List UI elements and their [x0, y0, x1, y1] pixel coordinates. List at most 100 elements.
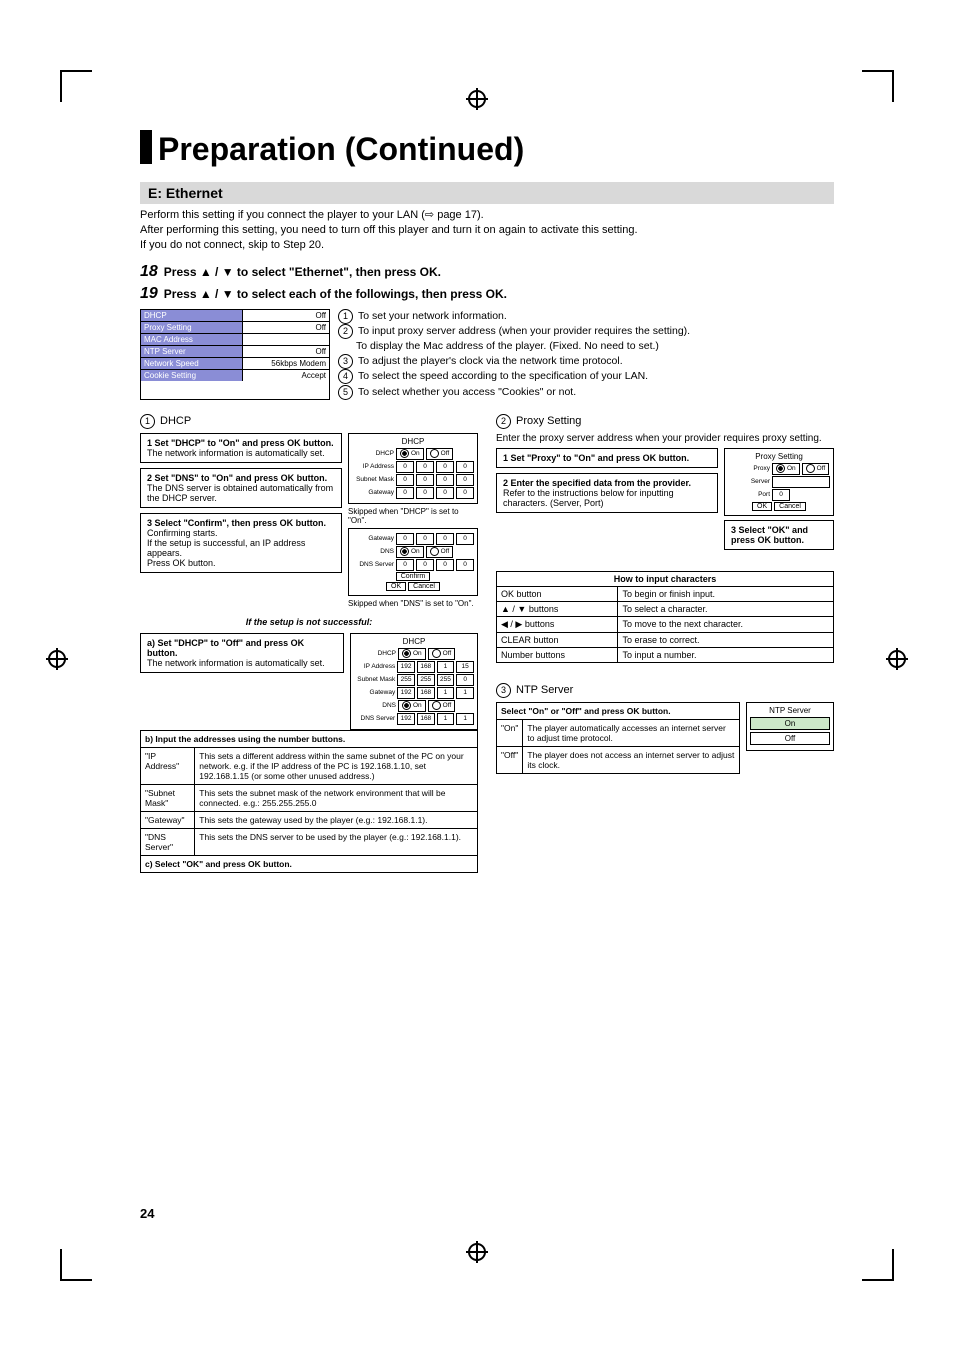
- cell: 192: [397, 687, 415, 699]
- text: To display the Mac address of the player…: [356, 340, 659, 352]
- registration-mark-icon: [468, 1243, 486, 1261]
- callout-3-icon: 3: [338, 354, 353, 369]
- label: IP Address: [354, 663, 395, 670]
- radio-off-icon: [432, 701, 441, 710]
- cell: 0: [416, 474, 434, 486]
- callout-1-icon: 1: [140, 414, 155, 429]
- text: On: [787, 465, 796, 472]
- cell: 0: [396, 474, 414, 486]
- cell: 1: [437, 687, 455, 699]
- callout-3-icon: 3: [496, 683, 511, 698]
- proxy-ntp-column: 2Proxy Setting Enter the proxy server ad…: [496, 414, 834, 873]
- text: Select "On" or "Off" and press OK button…: [501, 706, 671, 716]
- cell: To erase to correct.: [618, 632, 834, 647]
- text: DHCP: [160, 415, 191, 427]
- step-number: 19: [140, 285, 158, 302]
- cell: 0: [436, 461, 454, 473]
- title-bar-icon: [140, 130, 152, 164]
- proxy-heading: 2Proxy Setting: [496, 414, 834, 429]
- ok-button-illustration: OK: [752, 502, 772, 511]
- cell: The player does not access an internet s…: [523, 746, 740, 773]
- registration-mark-icon: [888, 650, 906, 668]
- cell: 255: [417, 674, 435, 686]
- settings-menu-illustration: DHCPOff Proxy SettingOff MAC Address NTP…: [140, 309, 330, 400]
- text: Off: [817, 465, 826, 472]
- cell: ▲ / ▼ buttons: [497, 601, 618, 616]
- text: 2 Enter the specified data from the prov…: [503, 478, 691, 488]
- label: DNS Server: [354, 715, 395, 722]
- cell: 0: [436, 533, 454, 545]
- dhcp-heading: 1 DHCP: [140, 414, 478, 429]
- ntp-panel-illustration: NTP Server On Off: [746, 702, 834, 751]
- text: The DNS server is obtained automatically…: [147, 483, 333, 503]
- label: Proxy: [728, 465, 770, 472]
- cell: 168: [417, 687, 435, 699]
- text: After performing this setting, you need …: [140, 224, 638, 236]
- cell: 192: [397, 661, 415, 673]
- proxy-step-1: 1 Set "Proxy" to "On" and press OK butto…: [496, 448, 718, 468]
- step-18: 18 Press ▲ / ▼ to select "Ethernet", then…: [140, 263, 834, 281]
- overview-row: DHCPOff Proxy SettingOff MAC Address NTP…: [140, 309, 834, 400]
- cell: 1: [456, 713, 474, 725]
- page-title: Preparation (Continued): [140, 130, 834, 168]
- cell: 0: [456, 559, 474, 571]
- text: a) Set "DHCP" to "Off" and press OK butt…: [147, 638, 304, 658]
- cell: 0: [456, 674, 474, 686]
- cell: 0: [396, 487, 414, 499]
- cell: CLEAR button: [497, 632, 618, 647]
- cell: 0: [416, 487, 434, 499]
- cell: 0: [772, 489, 790, 501]
- radio-off-icon: [432, 649, 441, 658]
- text: The network information is automatically…: [147, 448, 325, 458]
- dhcp-panel-illustration: DHCP DHCPOnOff IP Address0000 Subnet Mas…: [348, 433, 478, 504]
- callout-2-icon: 2: [496, 414, 511, 429]
- label: Subnet Mask: [352, 476, 394, 483]
- text: Perform this setting if you connect the …: [140, 209, 425, 221]
- panel-title: NTP Server: [750, 706, 830, 715]
- callout-2-icon: 2: [338, 324, 353, 339]
- radio-on-icon: [400, 449, 409, 458]
- panel-title: Proxy Setting: [728, 452, 830, 461]
- menu-value: Off: [242, 322, 329, 334]
- label: Server: [728, 478, 770, 485]
- cell: "Gateway": [141, 811, 195, 828]
- cell: 0: [456, 487, 474, 499]
- callout-4-icon: 4: [338, 369, 353, 384]
- page: Preparation (Continued) E: Ethernet Perf…: [0, 0, 954, 1351]
- text: NTP Server: [516, 684, 573, 696]
- cell: 1: [456, 687, 474, 699]
- fail-heading: If the setup is not successful:: [140, 617, 478, 627]
- section-header: E: Ethernet: [140, 182, 834, 204]
- dhcp-off-panel-illustration: DHCP DHCPOnOff IP Address192168115 Subne…: [350, 633, 478, 730]
- detail-columns: 1DHCP 1 Set "DHCP" to "On" and press OK …: [140, 414, 834, 873]
- label: Port: [728, 491, 770, 498]
- dns-panel-illustration: Gateway0000 DNSOnOff DNS Server0000 Conf…: [348, 528, 478, 596]
- cell: "On": [497, 719, 523, 746]
- registration-mark-icon: [468, 90, 486, 108]
- cell: 0: [396, 533, 414, 545]
- cell: This sets the gateway used by the player…: [195, 811, 478, 828]
- step-number: 18: [140, 263, 158, 280]
- cell: Number buttons: [497, 647, 618, 662]
- note: Skipped when "DNS" is set to "On".: [348, 599, 478, 608]
- address-table: b) Input the addresses using the number …: [140, 730, 478, 873]
- text: To adjust the player's clock via the net…: [358, 355, 623, 367]
- cell: 255: [397, 674, 415, 686]
- ok-button-illustration: OK: [386, 582, 406, 591]
- proxy-step-3: 3 Select "OK" and press OK button.: [724, 520, 834, 550]
- menu-label: Network Speed: [141, 358, 242, 370]
- cell: To select a character.: [618, 601, 834, 616]
- menu-label: DHCP: [141, 310, 242, 322]
- panel-title: DHCP: [352, 437, 474, 446]
- menu-label: Proxy Setting: [141, 322, 242, 334]
- cell: 0: [416, 461, 434, 473]
- dhcp-off-step: a) Set "DHCP" to "Off" and press OK butt…: [140, 633, 344, 673]
- text: On: [411, 548, 420, 555]
- cell: "Off": [497, 746, 523, 773]
- dhcp-step-2: 2 Set "DNS" to "On" and press OK button.…: [140, 468, 342, 508]
- text: Confirming starts. If the setup is succe…: [147, 528, 305, 568]
- text: 3 Select "OK" and press OK button.: [731, 525, 808, 545]
- step-text: Press ▲ / ▼ to select "Ethernet", then p…: [164, 265, 441, 279]
- cell: 168: [417, 713, 435, 725]
- cancel-button-illustration: Cancel: [774, 502, 806, 511]
